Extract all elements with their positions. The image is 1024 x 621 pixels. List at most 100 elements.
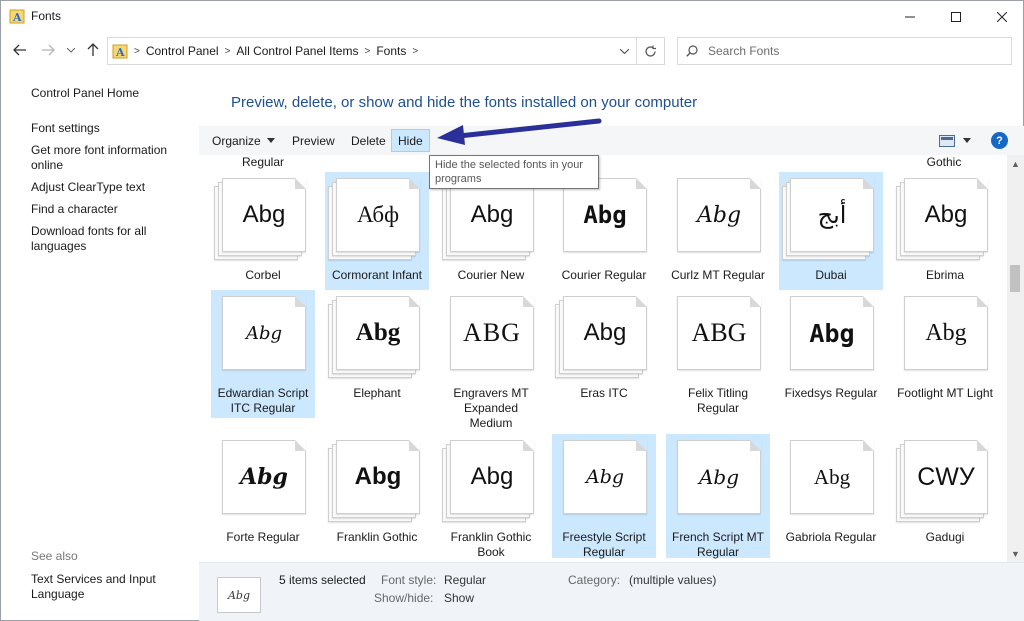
font-tile[interactable]: Абф Cormorant Infant — [325, 172, 429, 290]
font-tile[interactable]: Abg Forte Regular — [211, 434, 315, 558]
task-links: Font settings Get more font information … — [31, 121, 181, 261]
search-input[interactable] — [706, 43, 986, 59]
recent-locations-button[interactable] — [62, 39, 80, 61]
chevron-right-icon: > — [412, 45, 419, 57]
font-tile[interactable]: Abg Footlight MT Light — [893, 290, 997, 418]
font-tile[interactable]: Abg Fixedsys Regular — [779, 290, 883, 418]
font-file-icon: ABG — [669, 296, 767, 378]
back-button[interactable] — [9, 39, 31, 61]
font-file-icon: أبج — [782, 178, 880, 260]
text-services-link[interactable]: Text Services and Input Language — [31, 572, 181, 602]
scroll-up-icon[interactable]: ▲ — [1007, 155, 1024, 172]
font-tile[interactable]: Abg Edwardian Script ITC Regular — [211, 290, 315, 418]
font-tile[interactable]: Abg Franklin Gothic — [325, 434, 429, 558]
font-sample-text: أبج — [817, 201, 847, 229]
breadcrumb-control-panel[interactable]: Control Panel — [142, 44, 223, 58]
font-tile[interactable]: Abg French Script MT Regular — [666, 434, 770, 559]
partial-font-label: Regular — [241, 155, 285, 169]
chevron-right-icon: > — [224, 45, 231, 57]
control-panel-home-link[interactable]: Control Panel Home — [31, 86, 139, 101]
font-name-label: Courier Regular — [561, 268, 647, 282]
font-sample-text: Abg — [470, 201, 514, 228]
search-box[interactable] — [677, 37, 1012, 65]
organize-label: Organize — [212, 133, 261, 148]
font-sample-text: Abg — [813, 464, 851, 489]
showhide-label: Show/hide: — [374, 591, 434, 605]
download-fonts-link[interactable]: Download fonts for all languages — [31, 224, 181, 254]
refresh-button[interactable] — [636, 38, 664, 64]
vertical-scrollbar[interactable]: ▲ ▼ — [1007, 155, 1024, 562]
organize-button[interactable]: Organize — [206, 129, 281, 152]
chevron-down-icon — [619, 48, 629, 54]
preview-button[interactable]: Preview — [286, 129, 341, 152]
minimize-button[interactable] — [887, 1, 933, 32]
font-tile[interactable]: ABG Engravers MT Expanded Medium — [439, 290, 543, 430]
font-tile[interactable]: Abg Freestyle Script Regular — [552, 434, 656, 559]
font-file-icon: Abg — [782, 440, 880, 522]
font-style-value: Regular — [444, 573, 487, 587]
left-task-pane: Control Panel Home Font settings Get mor… — [1, 73, 198, 621]
font-tile[interactable]: Abg Ebrima — [893, 172, 997, 290]
address-bar[interactable]: A > Control Panel > All Control Panel It… — [107, 37, 665, 65]
font-tile[interactable]: Abg Elephant — [325, 290, 429, 418]
search-icon — [678, 45, 706, 57]
font-file-icon: Abg — [669, 178, 767, 260]
font-settings-link[interactable]: Font settings — [31, 121, 181, 136]
delete-button[interactable]: Delete — [345, 129, 392, 152]
scrollbar-thumb[interactable] — [1010, 265, 1020, 292]
font-tile[interactable]: Abg Corbel — [211, 172, 315, 290]
font-style-label: Font style: — [381, 573, 437, 587]
arrow-up-icon — [87, 43, 99, 56]
font-sample-text: Abg — [354, 463, 402, 490]
font-file-icon: Абф — [328, 178, 426, 260]
font-tile[interactable]: Abg Gabriola Regular — [779, 434, 883, 558]
breadcrumb-all-items[interactable]: All Control Panel Items — [232, 44, 362, 58]
font-sample-text: Abg — [583, 319, 627, 346]
font-file-icon: Abg — [896, 178, 994, 260]
breadcrumb: > Control Panel > All Control Panel Item… — [128, 38, 612, 64]
breadcrumb-fonts[interactable]: Fonts — [372, 44, 410, 58]
maximize-button[interactable] — [933, 1, 979, 32]
address-dropdown-button[interactable] — [612, 38, 636, 64]
font-file-icon: Abg — [555, 440, 653, 522]
font-sample-text: Abg — [240, 464, 288, 490]
font-tile[interactable]: СWУ Gadugi — [893, 434, 997, 558]
scroll-down-icon[interactable]: ▼ — [1007, 545, 1024, 562]
more-font-info-link[interactable]: Get more font information online — [31, 143, 181, 173]
close-button[interactable] — [979, 1, 1024, 32]
font-file-icon: Abg — [328, 296, 426, 378]
forward-button[interactable] — [37, 39, 59, 61]
font-tile[interactable]: أبج Dubai — [779, 172, 883, 290]
font-sample-text: ABG — [463, 318, 521, 347]
selection-thumbnail-sample: Abg — [227, 588, 251, 602]
font-tile[interactable]: Abg Franklin Gothic Book — [439, 434, 543, 559]
chevron-right-icon: > — [134, 45, 140, 57]
font-sample-text: Abg — [696, 202, 742, 228]
chevron-down-icon — [963, 138, 971, 143]
font-sample-text: Abg — [924, 201, 968, 228]
font-tile[interactable]: Abg Courier Regular — [552, 172, 656, 290]
font-sample-text: Abg — [470, 463, 514, 490]
font-tile[interactable]: Abg Curlz MT Regular — [666, 172, 770, 290]
hide-button[interactable]: Hide — [391, 129, 430, 152]
change-view-button[interactable] — [933, 129, 977, 152]
font-file-icon: СWУ — [896, 440, 994, 522]
find-character-link[interactable]: Find a character — [31, 202, 181, 217]
font-tile[interactable]: Abg Eras ITC — [552, 290, 656, 418]
see-also-heading: See also — [31, 549, 78, 563]
font-sample-text: Abg — [583, 201, 627, 229]
font-name-label: Ebrima — [925, 268, 964, 282]
font-file-icon: Abg — [896, 296, 994, 378]
up-button[interactable] — [82, 39, 104, 61]
font-tile[interactable]: ABG Felix Titling Regular — [666, 290, 770, 418]
font-file-icon: Abg — [214, 178, 312, 260]
font-name-label: Franklin Gothic Book — [450, 530, 532, 559]
adjust-cleartype-link[interactable]: Adjust ClearType text — [31, 180, 181, 195]
selection-count: 5 items selected — [279, 573, 366, 587]
font-name-label: Freestyle Script Regular — [562, 530, 646, 559]
font-file-icon: Abg — [214, 440, 312, 522]
chevron-down-icon — [67, 47, 75, 53]
font-tile[interactable]: Abg Courier New — [439, 172, 543, 290]
help-button[interactable]: ? — [991, 132, 1008, 149]
category-label: Category: — [568, 573, 621, 587]
